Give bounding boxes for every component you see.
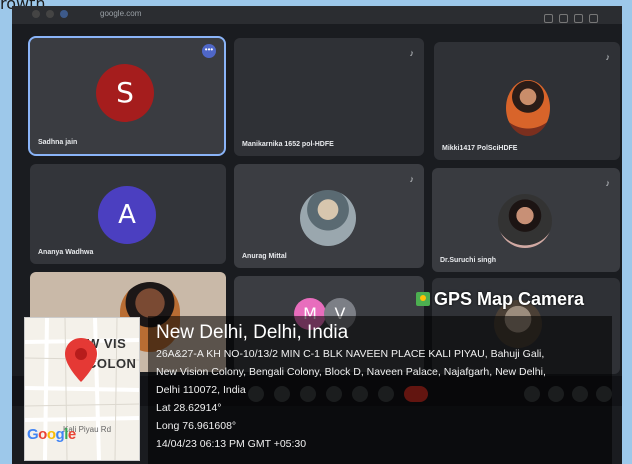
- participant-tile-4[interactable]: A Ananya Wadhwa: [30, 164, 226, 264]
- participant-name: Sadhna jain: [38, 139, 78, 146]
- participant-photo: [498, 194, 552, 248]
- url-text[interactable]: google.com: [100, 9, 141, 18]
- gps-brand: GPS Map Camera: [416, 287, 584, 311]
- location-pin-icon: [65, 338, 97, 382]
- participant-tile-1[interactable]: ••• S Sadhna jain: [28, 36, 226, 156]
- participant-name: Anurag Mittal: [242, 253, 287, 260]
- avatar-s: S: [96, 64, 154, 122]
- participant-tile-3[interactable]: ♪ Mikki1417 PolSciHDFE: [434, 42, 620, 160]
- participant-name: Mikki1417 PolSciHDFE: [442, 145, 518, 152]
- gps-latitude: Lat 28.62914°: [156, 402, 222, 414]
- participant-photo: [300, 190, 356, 246]
- gps-longitude: Long 76.961608°: [156, 420, 237, 432]
- window-controls[interactable]: [32, 10, 40, 18]
- gps-place: New Delhi, Delhi, India: [156, 322, 349, 343]
- participant-tile-5[interactable]: ♪ Anurag Mittal: [234, 164, 424, 268]
- participant-name: Dr.Suruchi singh: [440, 257, 497, 264]
- location-map: W VIS COLON Kali Piyau Rd Google: [24, 317, 140, 461]
- participant-tile-2[interactable]: ♪ Manikarnika 1652 pol-HDFE: [234, 38, 424, 156]
- mic-off-icon: ♪: [409, 48, 415, 58]
- browser-bar: google.com: [12, 6, 622, 24]
- more-options-icon[interactable]: •••: [202, 44, 216, 58]
- gps-address-line-1: 26A&27-A KH NO-10/13/2 MIN C-1 BLK NAVEE…: [156, 348, 545, 360]
- gps-camera-icon: [416, 292, 430, 306]
- toolbar-icons[interactable]: [544, 10, 614, 23]
- participant-name: Ananya Wadhwa: [38, 249, 94, 256]
- gps-address-line-2: New Vision Colony, Bengali Colony, Block…: [156, 366, 546, 378]
- google-logo: Google: [27, 426, 76, 443]
- gps-datetime: 14/04/23 06:13 PM GMT +05:30: [156, 438, 307, 450]
- participant-photo: [506, 80, 550, 136]
- participant-tile-6[interactable]: ♪ Dr.Suruchi singh: [432, 168, 620, 272]
- mic-off-icon: ♪: [605, 52, 611, 62]
- gps-brand-label: GPS Map Camera: [434, 289, 585, 309]
- gps-address-line-3: Delhi 110072, India: [156, 384, 246, 396]
- avatar-a: A: [98, 186, 156, 244]
- mic-off-icon: ♪: [409, 174, 415, 184]
- participant-name: Manikarnika 1652 pol-HDFE: [242, 141, 334, 148]
- mic-off-icon: ♪: [605, 178, 611, 188]
